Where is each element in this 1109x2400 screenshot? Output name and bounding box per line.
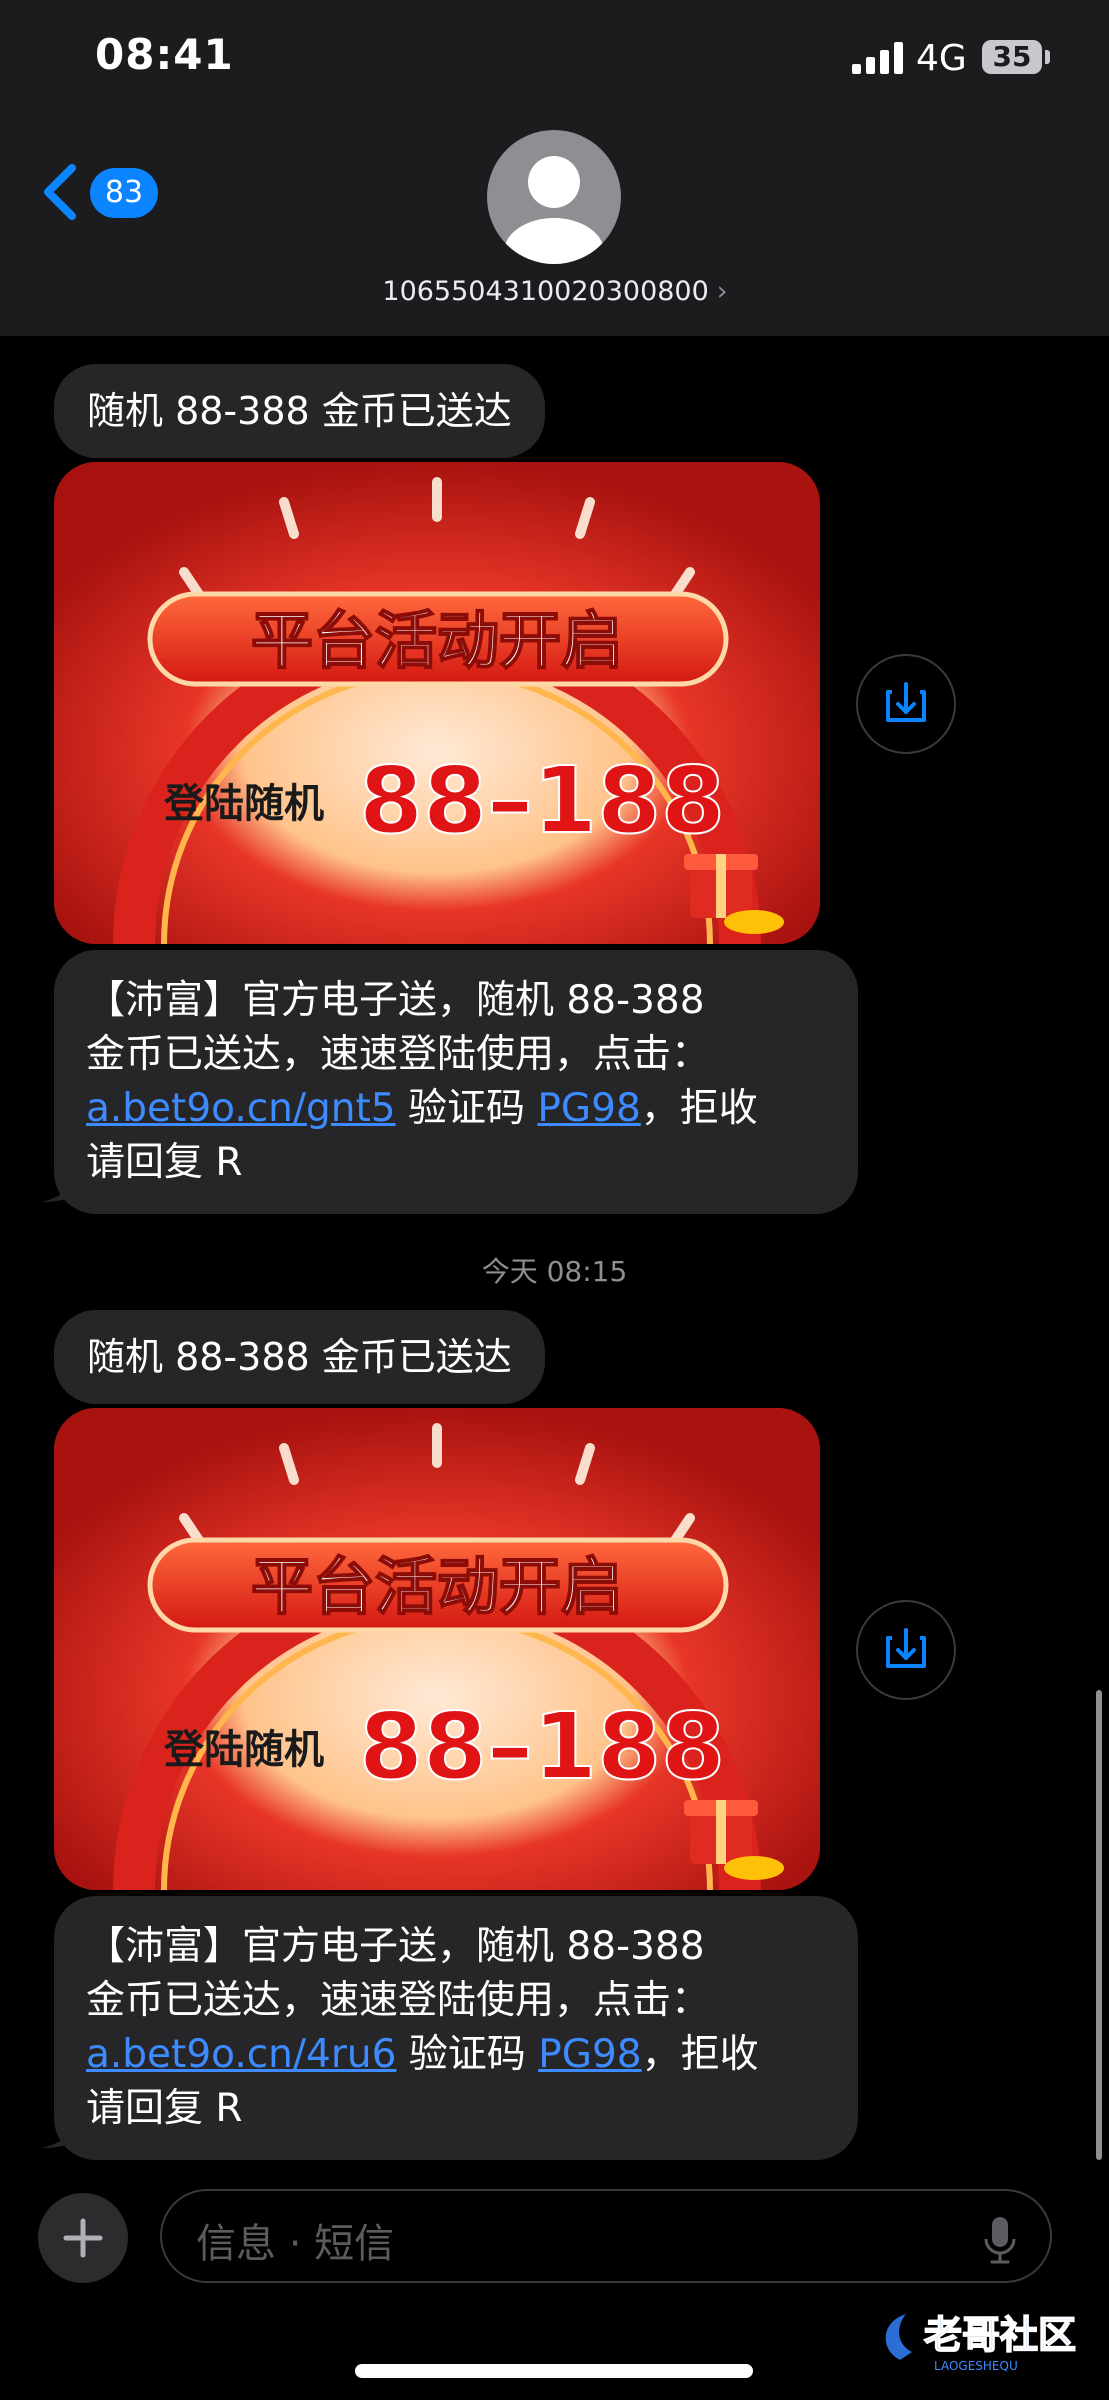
message-input[interactable]: 信息 · 短信: [160, 2189, 1052, 2283]
contact-chevron-icon: ›: [716, 276, 728, 307]
message-text: ，拒收: [640, 1086, 758, 1131]
network-type: 4G: [916, 38, 967, 79]
promo-banner-text: 平台活动开启: [251, 604, 623, 677]
scrollbar[interactable]: [1096, 1690, 1102, 2160]
cellular-signal-icon: [852, 42, 903, 74]
message-body[interactable]: 【沛富】官方电子送，随机 88-388 金币已送达，速速登陆使用，点击： a.b…: [54, 1896, 858, 2160]
message-text: ，拒收: [641, 2032, 759, 2077]
microphone-icon[interactable]: [982, 2215, 1018, 2265]
message-line: 【沛富】官方电子送，随机 88-388: [86, 978, 705, 1023]
battery-level: 35: [982, 40, 1042, 74]
message-input-placeholder: 信息 · 短信: [196, 2221, 395, 2267]
promo-login-text: 登陆随机: [163, 781, 324, 827]
conversation-header: 08:41 4G 35 83 1065504310020300800 ›: [0, 0, 1109, 336]
promo-login-text: 登陆随机: [163, 1727, 324, 1773]
contact-avatar-icon[interactable]: [487, 130, 621, 264]
code-label: 验证码: [395, 1086, 538, 1131]
home-indicator[interactable]: [355, 2364, 753, 2378]
promo-image[interactable]: 平台活动开启 登陆随机 88–188: [54, 462, 820, 944]
status-time: 08:41: [95, 30, 234, 79]
code-label: 验证码: [396, 2032, 539, 2077]
save-image-button[interactable]: [856, 1600, 956, 1700]
battery-cap: [1045, 50, 1050, 64]
plus-icon: [63, 2218, 103, 2258]
message-line: 金币已送达，速速登陆使用，点击：: [86, 1032, 711, 1077]
promo-amount-text: 88–188: [359, 1693, 725, 1800]
promo-image[interactable]: 平台活动开启 登陆随机 88–188: [54, 1408, 820, 1890]
message-line: 请回复 R: [86, 1140, 243, 1185]
add-attachment-button[interactable]: [38, 2193, 128, 2283]
save-icon: [886, 1628, 926, 1668]
verification-code-link[interactable]: PG98: [537, 1086, 640, 1131]
message-line: 金币已送达，速速登陆使用，点击：: [86, 1978, 711, 2023]
message-line: 【沛富】官方电子送，随机 88-388: [86, 1924, 705, 1969]
save-icon: [886, 682, 926, 722]
contact-number-text: 1065504310020300800: [382, 276, 709, 307]
unread-count-badge[interactable]: 83: [90, 168, 158, 218]
message-line: a.bet9o.cn/gnt5 验证码 PG98，拒收: [86, 1082, 824, 1136]
message-link[interactable]: a.bet9o.cn/4ru6: [86, 2032, 396, 2077]
message-body[interactable]: 【沛富】官方电子送，随机 88-388 金币已送达，速速登陆使用，点击： a.b…: [54, 950, 858, 1214]
watermark-logo: 老哥社区 LAOGESHEQU: [885, 2312, 1077, 2373]
status-bar: 08:41 4G 35: [0, 0, 1109, 120]
message-subject[interactable]: 随机 88-388 金币已送达: [54, 364, 545, 458]
save-image-button[interactable]: [856, 654, 956, 754]
message-link[interactable]: a.bet9o.cn/gnt5: [86, 1086, 396, 1131]
bubble-tail: [42, 2108, 80, 2148]
promo-banner-text: 平台活动开启: [251, 1550, 623, 1623]
promo-amount-text: 88–188: [359, 747, 725, 854]
message-timestamp: 今天 08:15: [481, 1255, 628, 1288]
watermark-subtext: LAOGESHEQU: [934, 2359, 1018, 2373]
bubble-tail: [42, 1162, 80, 1202]
message-subject[interactable]: 随机 88-388 金币已送达: [54, 1310, 545, 1404]
contact-number[interactable]: 1065504310020300800 ›: [370, 276, 740, 307]
watermark-text: 老哥社区: [924, 2313, 1076, 2357]
back-chevron-icon[interactable]: [38, 160, 88, 224]
message-line: 请回复 R: [86, 2086, 243, 2131]
message-line: a.bet9o.cn/4ru6 验证码 PG98，拒收: [86, 2028, 824, 2082]
verification-code-link[interactable]: PG98: [538, 2032, 641, 2077]
